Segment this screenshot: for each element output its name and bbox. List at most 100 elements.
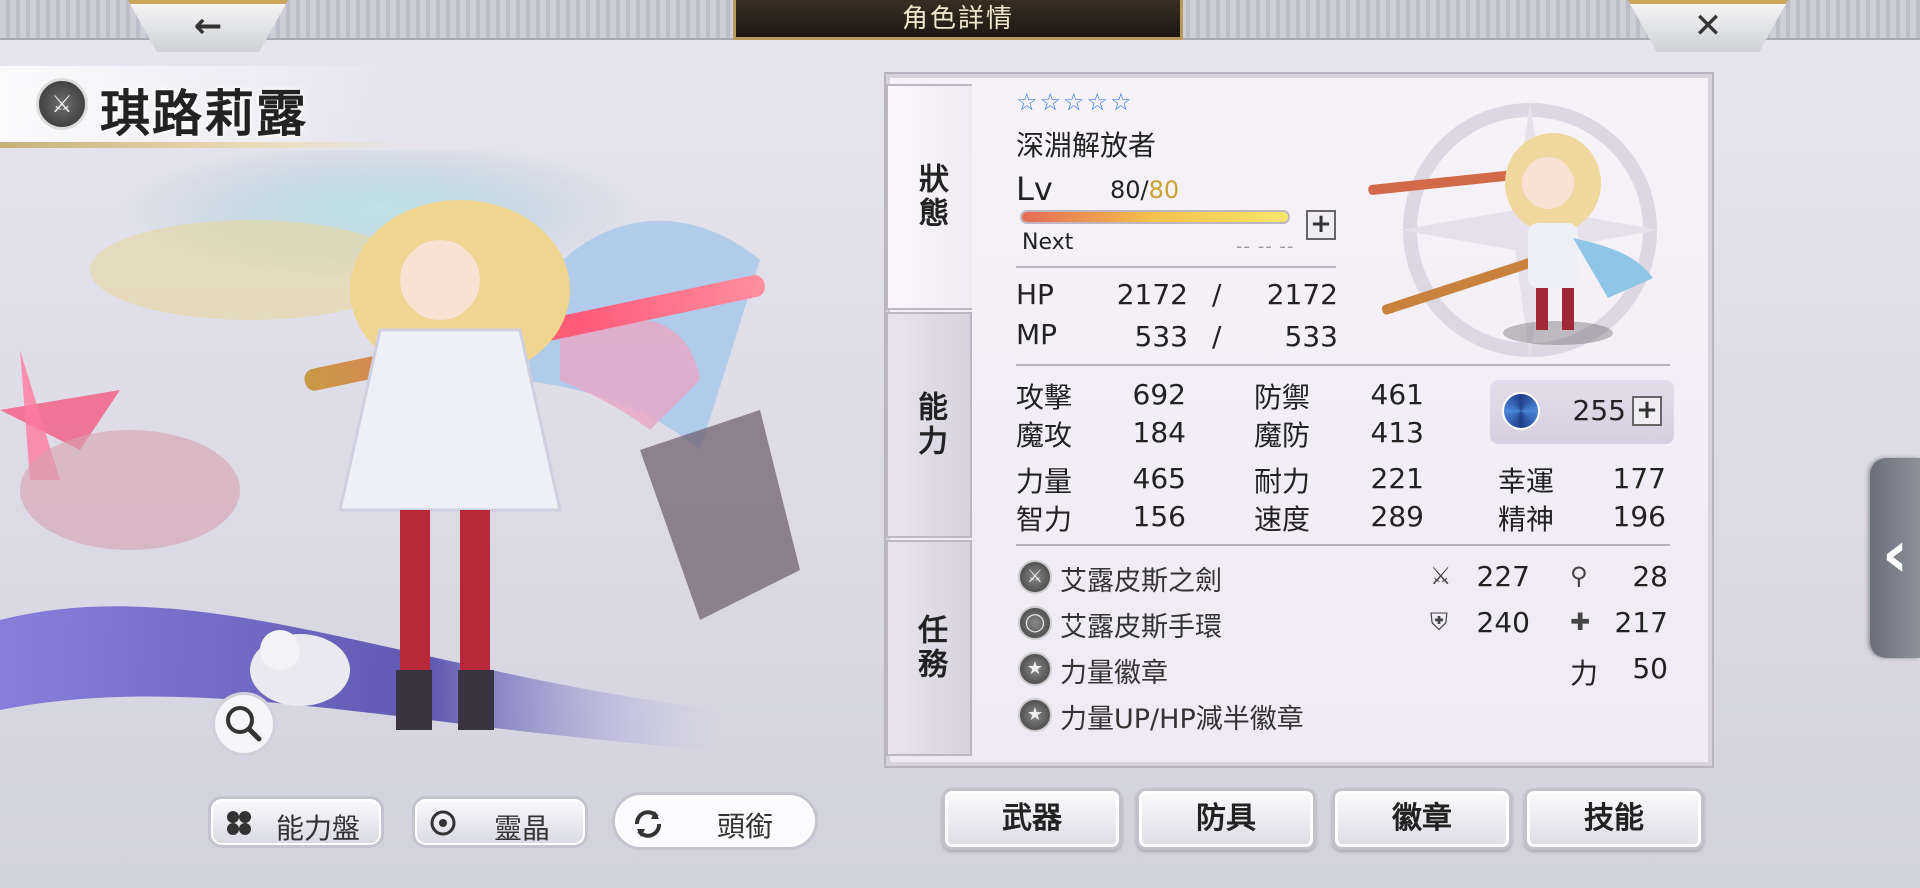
star-icon: ☆ [1016,88,1038,116]
magic-shield-stat-icon: ✚ [1570,608,1591,636]
refresh-icon [635,810,661,838]
mp-value: 533 [1134,320,1188,353]
atk-value: 692 [1132,378,1186,411]
equip-badge-2-name[interactable]: 力量UP/HP減半徽章 [1060,697,1304,736]
level-up-button[interactable]: + [1306,210,1336,240]
equip-armor-name[interactable]: 艾露皮斯手環 [1060,605,1222,644]
equip-patk-value: 227 [1476,560,1530,593]
vit-label: 耐力 [1254,465,1311,498]
crystal-label: 靈晶 [493,812,550,845]
exp-bar [1020,210,1290,224]
equip-mdef-value: 217 [1614,606,1668,639]
close-button[interactable]: ✕ [1628,0,1788,52]
level-value: 80/80 [1110,176,1179,204]
spi-label: 精神 [1498,503,1555,536]
mdef-label: 魔防 [1254,419,1311,452]
level-label: Lv [1016,170,1053,208]
int-value: 156 [1132,500,1186,533]
divider [1016,364,1670,366]
next-exp-value: -- -- -- [1236,236,1295,257]
luck-value: 177 [1612,462,1666,495]
character-name: 琪路莉露 [100,84,308,143]
int-label: 智力 [1016,503,1073,536]
spirit-box: 255 + [1490,380,1674,444]
tab-column: 狀態 能力 任務 [886,74,972,766]
spirit-value: 255 [1572,394,1626,427]
mp-separator: / [1212,320,1222,353]
side-drawer-handle[interactable]: ‹ [1870,458,1920,658]
star-icon: ☆ [1039,88,1062,116]
badge-button[interactable]: 徽章 [1332,788,1512,850]
level-current: 80 [1110,176,1141,204]
def-label: 防禦 [1254,381,1311,414]
divider [1016,544,1670,546]
vit-value: 221 [1370,462,1424,495]
hp-value: 2172 [1116,278,1188,311]
level-max: 80 [1148,176,1180,204]
back-button[interactable]: ← [128,0,288,52]
ability-board-label: 能力盤 [275,812,360,845]
wand-stat-icon: ⚲ [1570,562,1588,590]
str-value: 465 [1132,462,1186,495]
spd-label: 速度 [1254,503,1311,536]
mdef-value: 413 [1370,416,1424,449]
screen-title: 角色詳情 [733,0,1183,40]
tab-missions[interactable]: 任務 [886,540,972,756]
exp-bar-fill [1022,212,1288,222]
atk-label: 攻擊 [1016,381,1073,414]
sword-icon: ⚔ [36,78,88,130]
weapon-button[interactable]: 武器 [942,788,1122,850]
equip-pdef-value: 240 [1476,606,1530,639]
zoom-button[interactable] [212,692,276,756]
bracelet-icon: ◯ [1018,606,1052,640]
badge-icon: ★ [1018,652,1052,686]
str-label: 力量 [1016,465,1073,498]
badge-icon: ★ [1018,698,1052,732]
spd-value: 289 [1370,500,1424,533]
character-sprite [1368,133,1653,345]
magnifier-icon [226,706,262,742]
equip-badge-1-name[interactable]: 力量徽章 [1060,651,1168,690]
spirit-add-button[interactable]: + [1632,396,1662,426]
sword-stat-icon: ⚔ [1430,562,1452,590]
star-icon: ☆ [1086,88,1109,116]
star-icon: ☆ [1110,88,1132,116]
shield-stat-icon: ⛨ [1430,608,1448,636]
hp-separator: / [1212,278,1222,311]
title-label: 頭銜 [716,810,773,843]
mp-label: MP [1016,318,1058,351]
equip-weapon-name[interactable]: 艾露皮斯之劍 [1060,559,1222,598]
back-arrow-icon: ← [193,6,223,46]
ability-board-icon [227,811,251,835]
armor-button[interactable]: 防具 [1136,788,1316,850]
matk-label: 魔攻 [1016,419,1073,452]
character-artwork [0,150,800,750]
ability-board-button[interactable]: 能力盤 [208,796,384,848]
crystal-button[interactable]: 靈晶 [412,796,588,848]
star-icon: ☆ [1063,88,1085,116]
mp-max: 533 [1284,320,1338,353]
skill-button[interactable]: 技能 [1524,788,1704,850]
tab-abilities[interactable]: 能力 [886,312,972,538]
spi-value: 196 [1612,500,1666,533]
sword-icon: ⚔ [1018,560,1052,594]
equip-str-label: 力 [1570,657,1599,690]
matk-value: 184 [1132,416,1186,449]
equip-str-value: 50 [1632,652,1668,685]
hp-max: 2172 [1266,278,1338,311]
equip-matk-value: 28 [1632,560,1668,593]
level-separator: / [1140,176,1149,204]
next-label: Next [1022,230,1074,255]
crystal-icon [430,810,456,836]
rarity-stars: ☆☆☆☆☆ [1016,88,1134,116]
luck-label: 幸運 [1498,465,1555,498]
title-button[interactable]: 頭銜 [612,792,818,850]
close-icon: ✕ [1693,6,1723,46]
job-name: 深淵解放者 [1016,129,1157,162]
divider [1016,266,1336,268]
tab-status[interactable]: 狀態 [886,84,972,310]
hp-label: HP [1016,278,1054,311]
chevron-left-icon: ‹ [1881,518,1909,592]
def-value: 461 [1370,378,1424,411]
spirit-swirl-icon [1502,392,1540,430]
